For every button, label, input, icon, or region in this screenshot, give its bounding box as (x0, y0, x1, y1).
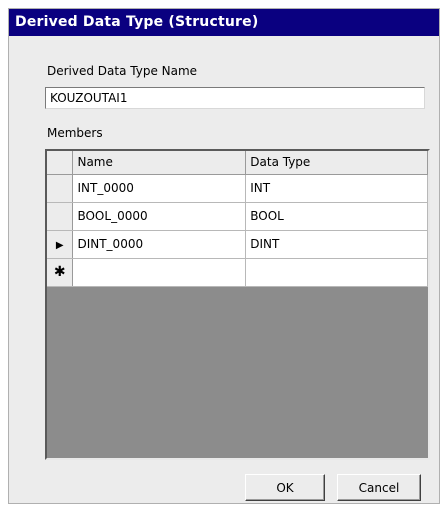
data-type-cell[interactable] (245, 258, 428, 287)
row-header[interactable]: ▶ (47, 230, 74, 259)
ok-button[interactable]: OK (245, 474, 325, 501)
row-header[interactable] (47, 202, 74, 231)
members-label: Members (47, 126, 103, 140)
data-type-cell[interactable]: INT (245, 174, 428, 203)
cancel-button[interactable]: Cancel (337, 474, 421, 501)
row-header[interactable] (47, 174, 74, 203)
members-grid[interactable]: Name Data Type INT_0000 INT BOOL_0000 BO… (45, 149, 430, 460)
dialog-window: Derived Data Type (Structure) Derived Da… (8, 8, 440, 504)
name-cell[interactable]: INT_0000 (72, 174, 247, 203)
new-row[interactable]: ✱ (47, 258, 428, 287)
corner-header-cell (47, 151, 74, 175)
members-table: Name Data Type INT_0000 INT BOOL_0000 BO… (47, 151, 428, 287)
name-cell[interactable]: DINT_0000 (72, 230, 247, 259)
header-row: Name Data Type (47, 151, 428, 175)
derived-type-name-label: Derived Data Type Name (47, 64, 198, 78)
name-cell[interactable] (72, 258, 247, 287)
current-row-arrow-icon: ▶ (55, 240, 64, 251)
table-row[interactable]: INT_0000 INT (47, 174, 428, 203)
name-cell[interactable]: BOOL_0000 (72, 202, 247, 231)
dialog-title: Derived Data Type (Structure) (9, 9, 439, 36)
new-row-asterisk-icon: ✱ (53, 264, 66, 280)
data-type-cell[interactable]: BOOL (245, 202, 428, 231)
data-type-cell[interactable]: DINT (245, 230, 428, 259)
row-header[interactable]: ✱ (47, 258, 74, 287)
derived-type-name-input[interactable] (45, 87, 425, 109)
table-row[interactable]: ▶ DINT_0000 DINT (47, 230, 428, 259)
name-column-header[interactable]: Name (72, 151, 247, 175)
data-type-column-header[interactable]: Data Type (245, 151, 428, 175)
table-row[interactable]: BOOL_0000 BOOL (47, 202, 428, 231)
